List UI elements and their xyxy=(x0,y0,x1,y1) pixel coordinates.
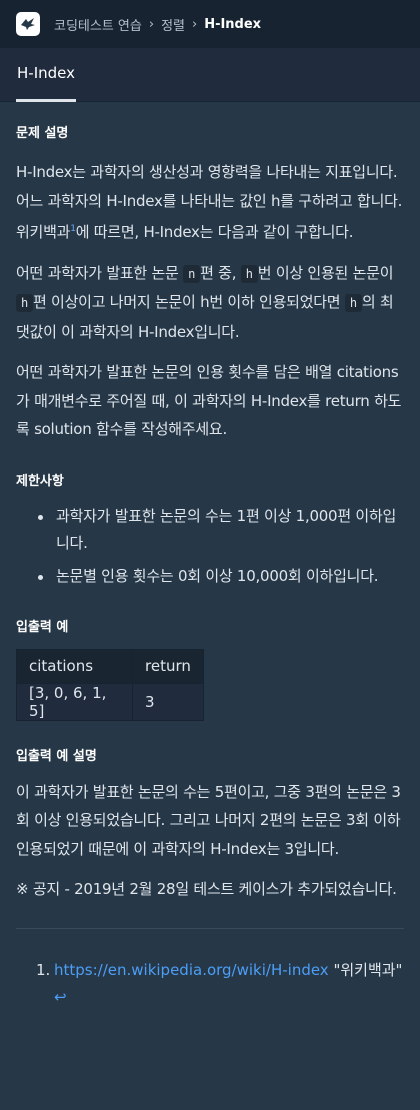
table-header-cell: return xyxy=(132,648,204,684)
code-h: h xyxy=(344,294,362,312)
code-n: n xyxy=(183,264,201,283)
io-example-table: citations return [3, 0, 6, 1, 5] 3 xyxy=(16,648,204,721)
description-title: 문제 설명 xyxy=(16,126,69,141)
code-h: h xyxy=(240,264,258,283)
tab-bar: H-Index xyxy=(0,48,420,102)
footnote-link[interactable]: https://en.wikipedia.org/wiki/H-index xyxy=(54,961,329,979)
table-cell: 3 xyxy=(132,682,204,721)
chevron-right-icon: › xyxy=(191,16,198,32)
notice-paragraph: ※ 공지 - 2019년 2월 28일 테스트 케이스가 추가되었습니다. xyxy=(16,880,397,898)
limits-item: 논문별 인용 횟수는 0회 이상 10,000회 이하입니다. xyxy=(16,563,404,590)
description-text: 어떤 과학자가 발표한 논문 xyxy=(16,263,184,282)
footnote-text: "위키백과" xyxy=(328,960,403,979)
description-paragraph-3: 어떤 과학자가 발표한 논문의 인용 횟수를 담은 배열 citations가 … xyxy=(16,363,402,438)
limits-list: 과학자가 발표한 논문의 수는 1편 이상 1,000편 이하입니다. 논문별 … xyxy=(16,503,404,590)
description-paragraph-2: 어떤 과학자가 발표한 논문 n편 중, h번 이상 인용된 논문이 h편 이상… xyxy=(16,259,404,347)
io-explanation-paragraph: 이 과학자가 발표한 논문의 수는 5편이고, 그중 3편의 논문은 3회 이상… xyxy=(16,782,401,858)
chevron-right-icon: › xyxy=(148,16,155,32)
footnote-item: 1. https://en.wikipedia.org/wiki/H-index … xyxy=(36,957,404,1011)
return-arrow-icon[interactable]: ↩ xyxy=(54,988,67,1006)
bird-logo-icon xyxy=(21,18,35,30)
description-paragraph-1: H-Index는 과학자의 생산성과 영향력을 나타내는 지표입니다. 어느 과… xyxy=(16,158,404,247)
description-text: 편 중, xyxy=(200,263,241,282)
footnote-list: 1. https://en.wikipedia.org/wiki/H-index … xyxy=(16,957,404,1011)
io-example-title: 입출력 예 xyxy=(16,619,69,635)
table-cell: [3, 0, 6, 1, 5] xyxy=(16,682,133,721)
description-text: 편 이상이고 나머지 논문이 h번 이하 인용되었다면 xyxy=(32,293,345,311)
top-navigation-bar: 코딩테스트 연습 › 정렬 › H-Index xyxy=(0,0,420,48)
description-text: 에 따르면, H-Index는 다음과 같이 구합니다. xyxy=(75,223,354,241)
table-row: [3, 0, 6, 1, 5] 3 xyxy=(16,682,204,721)
description-text: 번 이상 인용된 논문이 xyxy=(257,263,394,282)
limits-title: 제한사항 xyxy=(16,473,64,489)
table-header-cell: citations xyxy=(16,648,133,684)
footnote-divider xyxy=(16,927,404,929)
code-h: h xyxy=(16,294,33,312)
problem-content: 문제 설명 H-Index는 과학자의 생산성과 영향력을 나타내는 지표입니다… xyxy=(0,122,420,1011)
table-header-row: citations return xyxy=(16,648,204,684)
breadcrumb-current: H-Index xyxy=(204,16,262,32)
breadcrumb-item-coding-test[interactable]: 코딩테스트 연습 xyxy=(54,15,142,34)
limits-item: 과학자가 발표한 논문의 수는 1편 이상 1,000편 이하입니다. xyxy=(16,503,404,557)
breadcrumb-item-sort[interactable]: 정렬 xyxy=(161,15,185,34)
programmers-logo[interactable] xyxy=(16,12,40,36)
tab-h-index[interactable]: H-Index xyxy=(16,48,76,102)
io-explanation-title: 입출력 예 설명 xyxy=(16,748,97,764)
footnote-number: 1. xyxy=(36,960,51,979)
